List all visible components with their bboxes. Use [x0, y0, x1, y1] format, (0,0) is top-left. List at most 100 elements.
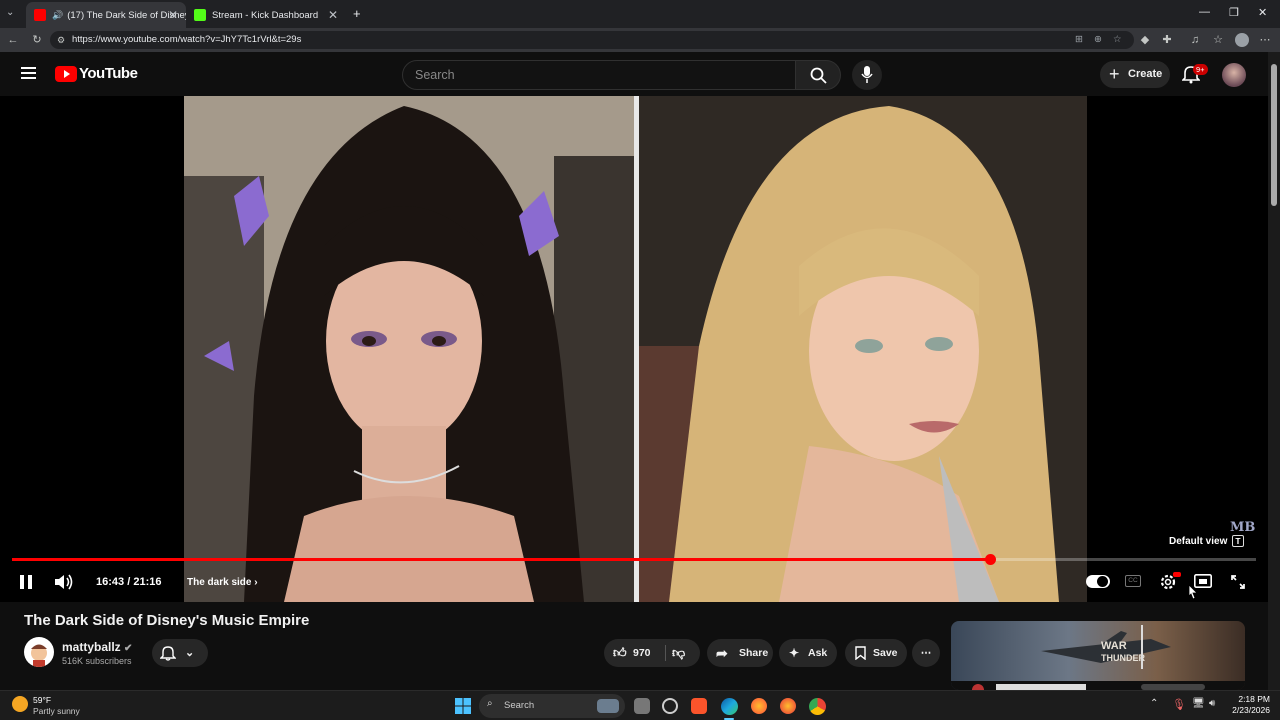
network-icon[interactable]: 🖥︎	[1192, 698, 1205, 709]
close-tab-icon[interactable]: ✕	[168, 8, 178, 22]
save-button[interactable]: Save	[845, 639, 907, 667]
video-frame-left	[184, 96, 634, 602]
like-count: 970	[633, 647, 651, 659]
channel-name-row[interactable]: mattyballz ✔	[62, 640, 132, 654]
more-actions-button[interactable]: ⋯	[912, 639, 940, 667]
tab-youtube[interactable]: 🔊 (17) The Dark Side of Disney's ✕	[26, 2, 186, 28]
video-still-blonde-portrait	[639, 96, 1087, 602]
progress-bar[interactable]	[12, 554, 1256, 565]
taskbar-search-label: Search	[504, 700, 535, 711]
restore-icon[interactable]: ❐	[1229, 6, 1239, 19]
firefox-dev-icon[interactable]	[780, 698, 796, 714]
page-scrollbar-thumb[interactable]	[1271, 64, 1277, 206]
chevron-right-icon: ›	[254, 577, 258, 588]
browser-tab-strip: ⌄ 🔊 (17) The Dark Side of Disney's ✕ Str…	[0, 0, 1280, 28]
search-input[interactable]: Search	[402, 60, 796, 90]
clock-date[interactable]: 2/23/2026	[1222, 705, 1270, 715]
reload-icon[interactable]: ↻	[30, 33, 44, 47]
default-view-shortcut-key: T	[1232, 535, 1244, 547]
channel-watermark: MB	[1230, 520, 1256, 535]
youtube-wordmark: YouTube	[79, 65, 138, 82]
microphone-tray-icon[interactable]: 🎙︎	[1172, 698, 1186, 711]
extension-icon[interactable]: ◆	[1138, 33, 1152, 47]
profile-icon[interactable]	[1235, 33, 1249, 47]
bookmark-star-icon[interactable]: ☆	[1113, 31, 1122, 49]
youtube-header: YouTube Search + Create 9+	[0, 52, 1268, 96]
default-view-hint[interactable]: Default view T	[1169, 535, 1244, 547]
close-tab-icon[interactable]: ✕	[328, 8, 338, 22]
chapter-title: The dark side	[187, 577, 252, 588]
mouse-cursor-icon	[1188, 584, 1198, 600]
tray-overflow-chevron-icon[interactable]: ⌃	[1150, 698, 1158, 709]
thumbs-up-icon: 👍︎	[613, 645, 627, 660]
search-icon	[810, 67, 827, 84]
minimize-icon[interactable]: —	[1199, 6, 1210, 18]
youtube-logo[interactable]: YouTube	[55, 65, 138, 82]
windows-start-icon[interactable]	[455, 698, 471, 714]
site-info-icon[interactable]: ⚙	[57, 31, 65, 49]
video-title: The Dark Side of Disney's Music Empire	[24, 612, 310, 629]
taskbar-search-box[interactable]: ⌕ Search	[479, 694, 625, 718]
svg-text:WAR: WAR	[1101, 640, 1127, 652]
duration: 21:16	[133, 576, 162, 588]
sparkle-icon: ✦	[789, 646, 800, 660]
ask-button[interactable]: ✦ Ask	[779, 639, 837, 667]
voice-search-button[interactable]	[852, 60, 882, 90]
tab-search-chevron-icon[interactable]: ⌄	[6, 7, 14, 18]
like-button[interactable]: 👍︎ 970	[604, 639, 664, 667]
search-highlight-icon	[597, 699, 619, 713]
chrome-icon[interactable]	[809, 698, 826, 715]
partly-sunny-icon	[12, 696, 28, 712]
progress-scrubber-handle[interactable]	[985, 554, 996, 565]
subscriber-count: 516K subscribers	[62, 656, 132, 666]
autoplay-toggle[interactable]	[1086, 575, 1110, 588]
back-icon[interactable]: ←	[6, 33, 20, 47]
create-button[interactable]: + Create	[1100, 61, 1170, 88]
microphone-icon	[861, 66, 873, 83]
chapter-button[interactable]: The dark side ›	[187, 577, 258, 588]
subtitles-cc-icon[interactable]: CC	[1125, 575, 1141, 587]
new-tab-icon[interactable]: +	[353, 6, 361, 21]
volume-icon[interactable]	[55, 574, 73, 590]
time-separator: /	[127, 576, 131, 588]
sound-tray-icon[interactable]: 🔊︎	[1209, 698, 1215, 709]
dislike-button[interactable]: 👎︎	[672, 639, 685, 667]
puzzle-extensions-icon[interactable]: ✚	[1160, 33, 1174, 47]
firefox-icon[interactable]	[751, 698, 767, 714]
app-icon-circle[interactable]	[662, 698, 678, 714]
fullscreen-expand-icon[interactable]	[1231, 575, 1245, 589]
zoom-icon[interactable]: ⊕	[1094, 31, 1102, 49]
share-arrow-icon: ➦	[716, 645, 728, 661]
tab-kick[interactable]: Stream - Kick Dashboard ✕	[186, 2, 346, 28]
video-player[interactable]: MB Default view T 16:43 / 21:16 The dark…	[0, 96, 1268, 602]
brave-browser-icon[interactable]	[691, 698, 707, 714]
channel-avatar[interactable]	[24, 637, 54, 667]
weather-temperature: 59°F	[33, 695, 52, 705]
progress-bar-played	[12, 558, 990, 561]
verified-checkmark-icon: ✔	[124, 643, 133, 654]
channel-avatar-art	[31, 644, 47, 667]
account-avatar[interactable]	[1222, 63, 1246, 87]
window-close-icon[interactable]: ✕	[1258, 6, 1267, 19]
more-horizontal-icon: ⋯	[920, 647, 932, 659]
thumbnail-art: WAR THUNDER	[951, 625, 1245, 690]
favorites-icon[interactable]: ☆	[1211, 33, 1225, 47]
subscribed-notification-button[interactable]: ⌄	[152, 639, 208, 667]
url-text: https://www.youtube.com/watch?v=JhY7Tc1r…	[72, 34, 302, 45]
time-display: 16:43 / 21:16	[96, 576, 161, 588]
install-app-icon[interactable]: ⊞	[1075, 31, 1083, 49]
edge-browser-icon[interactable]	[721, 698, 738, 715]
address-bar[interactable]: ⚙ https://www.youtube.com/watch?v=JhY7Tc…	[50, 31, 1134, 49]
tab-title: Stream - Kick Dashboard	[212, 9, 319, 21]
autoplay-toggle-knob	[1097, 576, 1108, 587]
ask-label: Ask	[808, 647, 828, 659]
search-button[interactable]	[795, 60, 841, 90]
hamburger-menu-icon[interactable]	[21, 67, 36, 79]
clock-time[interactable]: 2:18 PM	[1230, 694, 1270, 704]
recommended-thumbnail[interactable]: WAR THUNDER	[951, 621, 1245, 690]
pause-icon[interactable]	[20, 575, 32, 589]
media-control-icon[interactable]: ♫	[1188, 33, 1202, 47]
share-button[interactable]: ➦ Share	[707, 639, 773, 667]
task-view-icon[interactable]	[634, 698, 650, 714]
browser-menu-icon[interactable]: ⋯	[1258, 33, 1272, 47]
